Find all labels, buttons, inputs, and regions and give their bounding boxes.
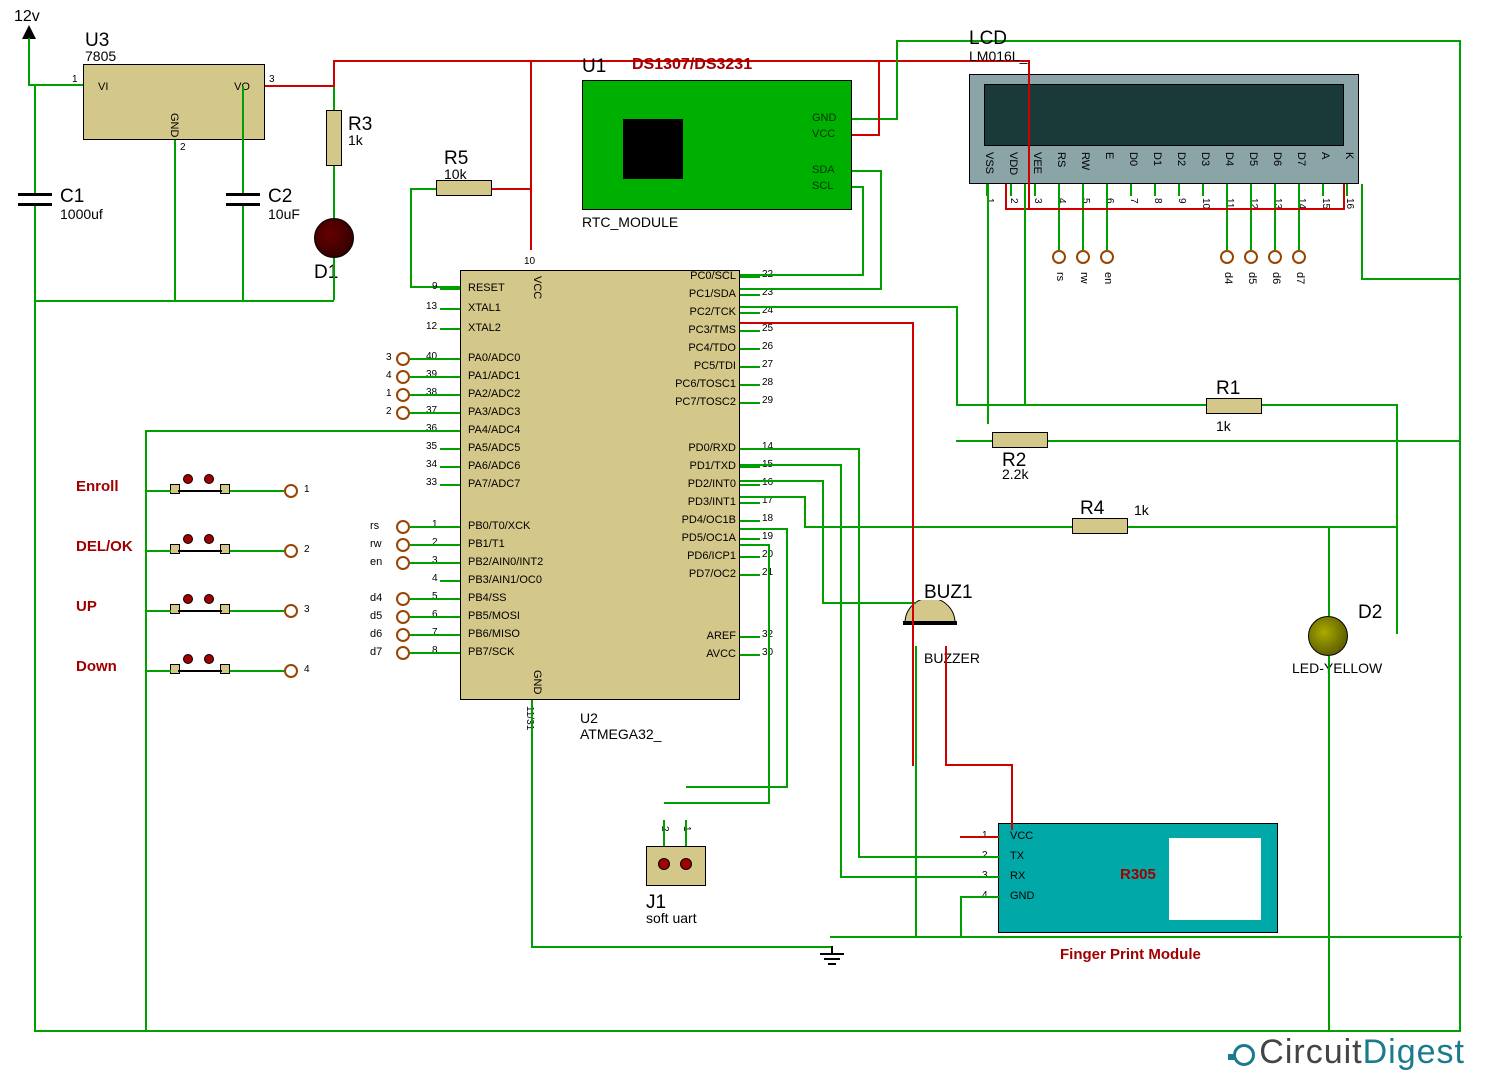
terminal-pa3	[396, 406, 410, 420]
lcd-screen	[984, 84, 1344, 146]
terminal-pa1	[396, 370, 410, 384]
ref-r4: R4	[1080, 498, 1104, 520]
ref-u2: U2	[580, 710, 598, 726]
val-r4: 1k	[1134, 502, 1149, 518]
lcd-type: LM016L_	[969, 48, 1027, 64]
resistor-r4	[1072, 518, 1128, 534]
btn-label-enroll: Enroll	[76, 478, 119, 495]
val-buz: BUZZER	[924, 650, 980, 666]
connector-j1	[646, 846, 706, 886]
ref-c1: C1	[60, 186, 84, 208]
terminal-pa0	[396, 352, 410, 366]
button-up[interactable]	[170, 592, 230, 622]
buzzer-icon	[900, 600, 960, 646]
led-d2	[1308, 616, 1348, 656]
resistor-r2	[992, 432, 1048, 448]
btn-label-down: Down	[76, 658, 117, 675]
button-del[interactable]	[170, 532, 230, 562]
resistor-r5	[436, 180, 492, 196]
rtc-chip-name: DS1307/DS3231	[632, 56, 752, 74]
val-c1: 1000uf	[60, 206, 103, 222]
resistor-r1	[1206, 398, 1262, 414]
ref-lcd: LCD	[969, 28, 1007, 50]
val-j1: soft uart	[646, 910, 697, 926]
val-r2: 2.2k	[1002, 466, 1028, 482]
rtc-type: RTC_MODULE	[582, 214, 678, 230]
fp-chip: R305	[1120, 866, 1156, 883]
logo-icon	[1233, 1044, 1255, 1066]
regulator-u3: VI VO GND	[83, 64, 265, 140]
ground-symbol	[817, 946, 847, 970]
val-c2: 10uF	[268, 206, 300, 222]
val-r3: 1k	[348, 132, 363, 148]
fp-label: Finger Print Module	[1060, 946, 1201, 963]
arrow-12v	[22, 25, 36, 39]
button-down[interactable]	[170, 652, 230, 682]
resistor-r3	[326, 110, 342, 166]
button-enroll[interactable]	[170, 472, 230, 502]
mcu-type: ATMEGA32_	[580, 726, 661, 742]
val-d2: LED-YELLOW	[1292, 660, 1382, 676]
val-r1: 1k	[1216, 418, 1231, 434]
btn-label-up: UP	[76, 598, 97, 615]
btn-label-del: DEL/OK	[76, 538, 133, 555]
ref-r1: R1	[1216, 378, 1240, 400]
led-d1	[314, 218, 354, 258]
circuit-digest-logo: CircuitDigest	[1233, 1033, 1465, 1072]
ref-c2: C2	[268, 186, 292, 208]
label-12v: 12v	[14, 8, 40, 26]
terminal-pa2	[396, 388, 410, 402]
ref-d2: D2	[1358, 602, 1382, 624]
val-7805: 7805	[85, 48, 116, 64]
ref-u1: U1	[582, 56, 606, 78]
